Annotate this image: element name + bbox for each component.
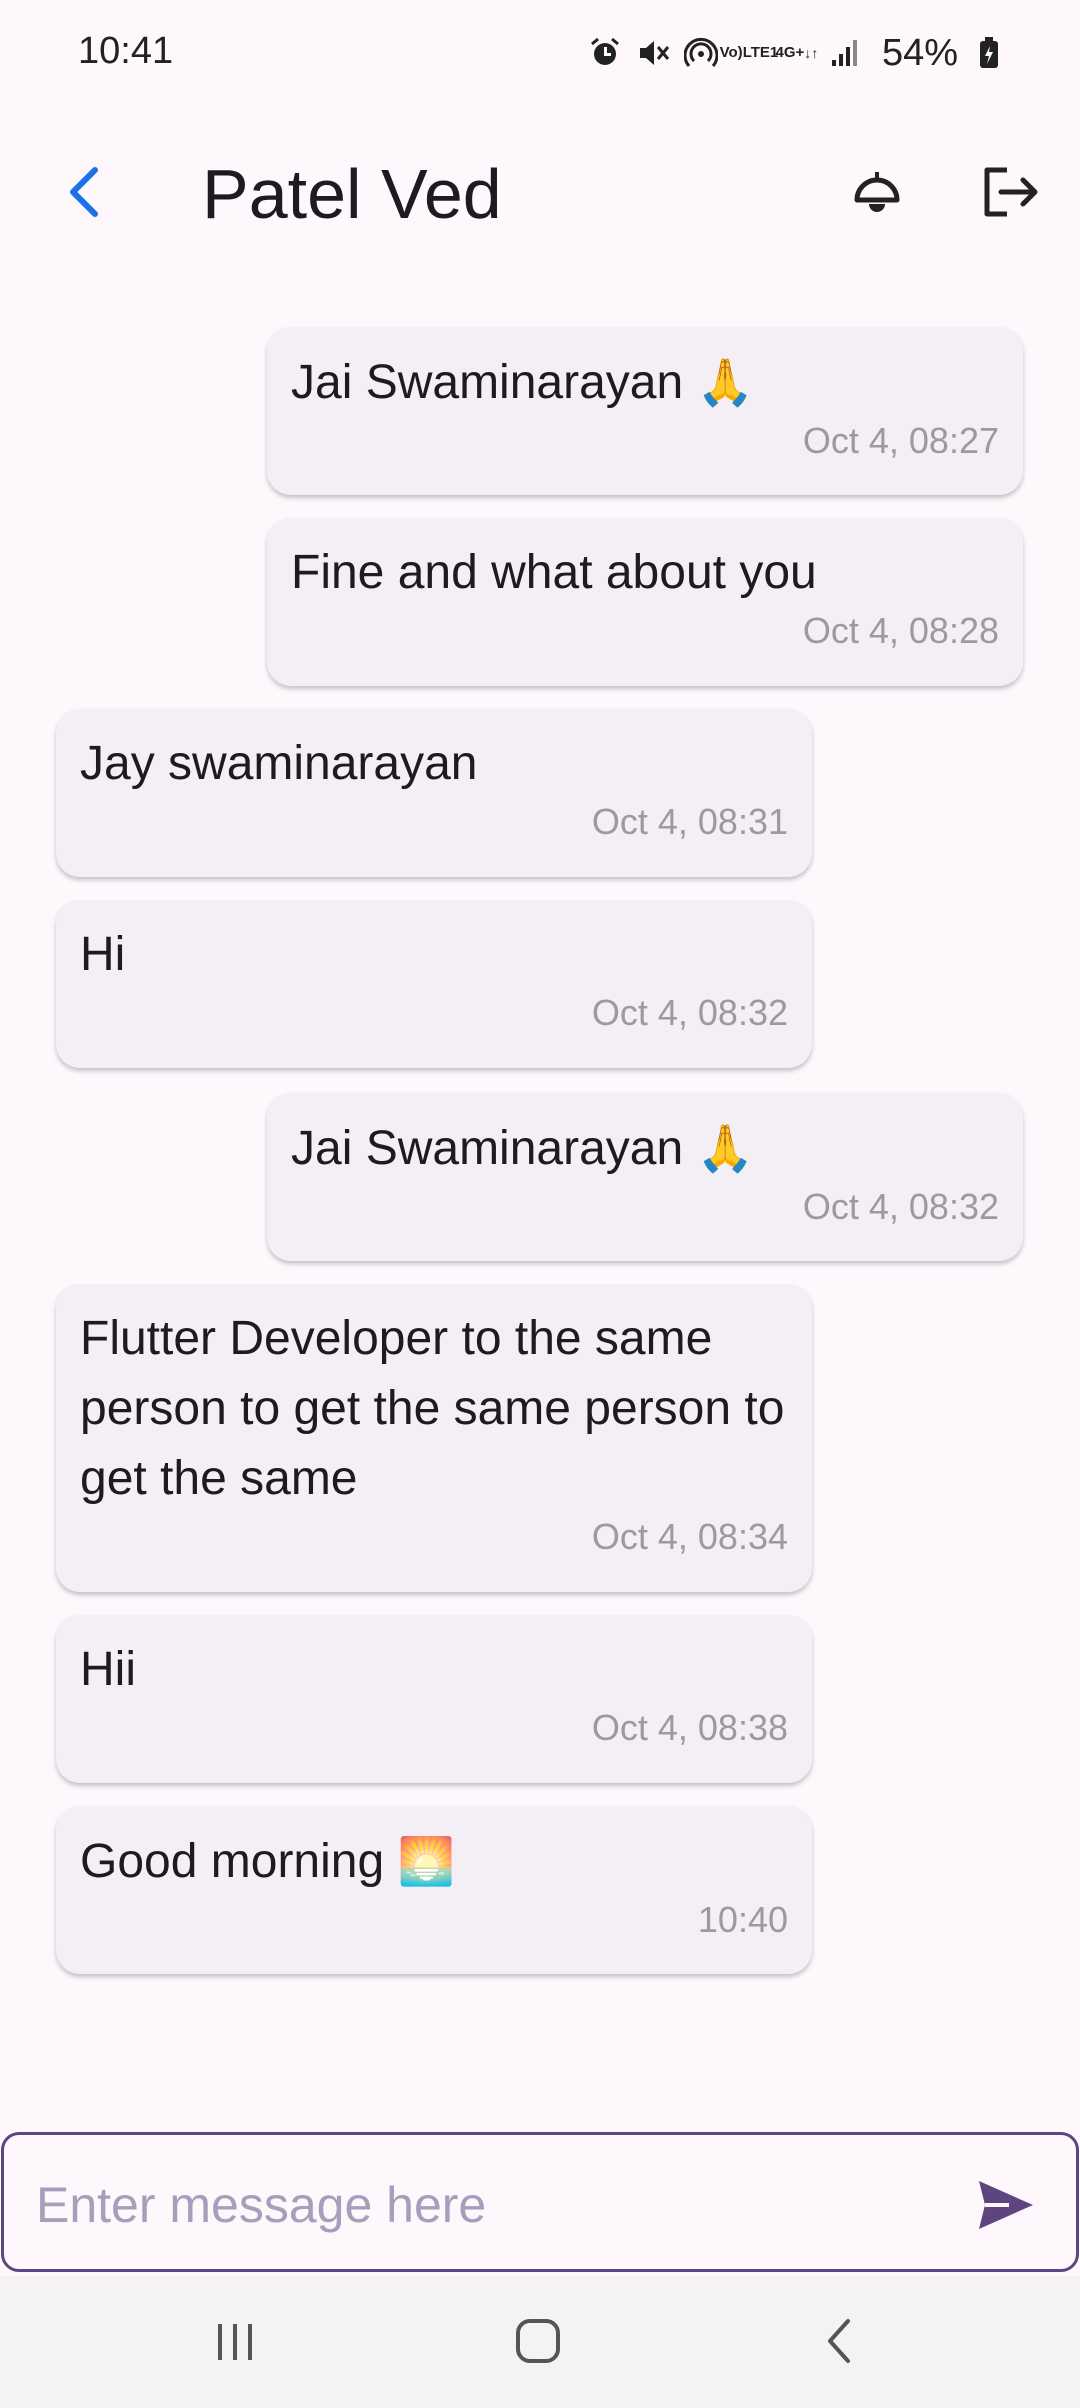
message-time: 10:40 <box>697 1899 788 1940</box>
volte-top-label: Vo) <box>719 44 743 61</box>
status-icons: Vo) LTE1 4G+ ↓↑ 54% <box>588 28 1006 78</box>
battery-icon <box>972 36 1006 70</box>
folded-hands-emoji: 🙏 <box>696 356 754 408</box>
sunrise-emoji: 🌅 <box>397 1835 455 1887</box>
volte-bottom-label: LTE1 <box>742 44 779 61</box>
message-bubble-received[interactable]: Hi Oct 4, 08:32 <box>56 900 812 1068</box>
hotspot-icon <box>683 36 718 70</box>
back-button[interactable] <box>50 157 120 227</box>
folded-hands-emoji: 🙏 <box>696 1122 754 1174</box>
signal-icon <box>828 36 862 70</box>
message-bubble-sent[interactable]: Fine and what about you Oct 4, 08:28 <box>267 518 1023 686</box>
message-text-content: Jai Swaminarayan <box>291 356 684 409</box>
nav-back-button[interactable] <box>795 2306 885 2376</box>
message-bubble-sent[interactable]: Jai Swaminarayan 🙏 Oct 4, 08:32 <box>267 1093 1023 1261</box>
message-composer <box>1 2132 1079 2272</box>
mute-icon <box>636 36 670 70</box>
volte-icon: Vo) LTE1 <box>720 36 779 70</box>
message-time: Oct 4, 08:27 <box>802 420 999 461</box>
network-label: 4G+ <box>775 44 805 61</box>
message-bubble-received[interactable]: Hii Oct 4, 08:38 <box>56 1615 812 1783</box>
message-text: Fine and what about you <box>291 546 817 599</box>
back-arrow-icon <box>70 167 98 217</box>
message-text: Jai Swaminarayan 🙏 <box>291 347 999 418</box>
back-icon <box>828 2319 850 2363</box>
recent-apps-icon <box>218 2324 252 2360</box>
message-text-content: Good morning <box>80 1835 385 1888</box>
status-bar: 10:41 Vo) LTE1 4G+ ↓↑ 54% <box>0 0 1080 112</box>
message-time: Oct 4, 08:31 <box>591 801 788 842</box>
home-icon <box>516 2319 560 2363</box>
message-text-content: Jai Swaminarayan <box>291 1122 684 1175</box>
chat-title: Patel Ved <box>202 155 502 233</box>
message-bubble-sent[interactable]: Jai Swaminarayan 🙏 Oct 4, 08:27 <box>267 327 1023 495</box>
message-bubble-received[interactable]: Jay swaminarayan Oct 4, 08:31 <box>56 709 812 877</box>
recent-apps-button[interactable] <box>190 2306 280 2376</box>
message-bubble-received[interactable]: Flutter Developer to the same person to … <box>56 1284 812 1592</box>
message-time: Oct 4, 08:32 <box>591 992 788 1033</box>
message-text: Good morning 🌅 <box>80 1826 788 1897</box>
message-text: Jai Swaminarayan 🙏 <box>291 1113 999 1184</box>
message-text: Hi <box>80 928 126 981</box>
network-arrows-glyph: ↓↑ <box>804 45 819 61</box>
message-text: Hii <box>80 1643 136 1696</box>
status-time: 10:41 <box>78 30 174 72</box>
message-input[interactable] <box>34 2165 938 2245</box>
message-time: Oct 4, 08:32 <box>802 1186 999 1227</box>
message-text: Flutter Developer to the same person to … <box>80 1312 785 1505</box>
message-bubble-received[interactable]: Good morning 🌅 10:40 <box>56 1806 812 1974</box>
message-time: Oct 4, 08:34 <box>591 1516 788 1557</box>
message-time: Oct 4, 08:28 <box>802 610 999 651</box>
message-text: Jay swaminarayan <box>80 737 478 790</box>
send-icon <box>979 2181 1033 2229</box>
logout-button[interactable] <box>976 157 1046 227</box>
app-bar: Patel Ved <box>0 112 1080 272</box>
network-4g-icon: 4G+ ↓↑ <box>776 36 819 70</box>
battery-percent: 54% <box>881 31 958 74</box>
alarm-icon <box>588 36 622 70</box>
home-button[interactable] <box>493 2306 583 2376</box>
system-nav-bar <box>0 2276 1080 2408</box>
notification-bell-icon <box>854 172 900 212</box>
send-button[interactable] <box>966 2165 1046 2245</box>
notification-button[interactable] <box>842 157 912 227</box>
logout-icon <box>984 167 1038 217</box>
message-time: Oct 4, 08:38 <box>591 1707 788 1748</box>
